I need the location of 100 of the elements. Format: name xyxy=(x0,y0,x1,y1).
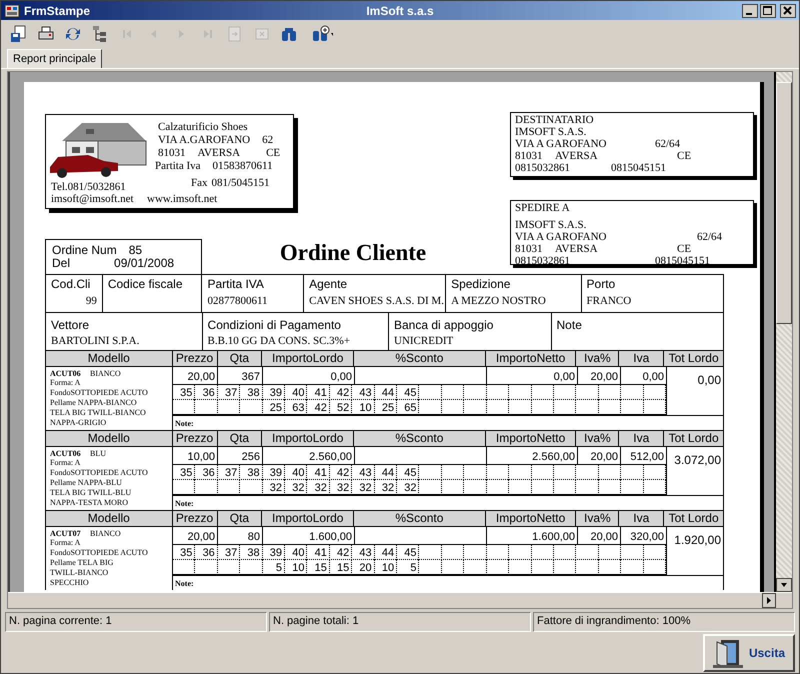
scroll-down-icon[interactable] xyxy=(776,578,792,592)
column-header: Prezzo xyxy=(172,351,218,366)
size-label: 41 xyxy=(314,387,327,399)
company-street: VIA A.GAROFANO xyxy=(158,134,250,146)
model-detail: SPECCHIO xyxy=(50,578,90,588)
model-detail: TWILL-BIANCO xyxy=(50,568,110,578)
order-date-label: Del xyxy=(52,257,70,270)
model-detail: FondoSOTTOPIEDE ACUTO xyxy=(50,548,149,558)
size-label: 43 xyxy=(359,387,372,399)
refresh-icon[interactable] xyxy=(64,25,82,43)
company-city: AVERSA xyxy=(198,147,240,159)
amount-value: 256 xyxy=(242,451,260,463)
street-number: 62 xyxy=(262,134,274,146)
scroll-thumb[interactable] xyxy=(776,82,792,324)
address-name: IMSOFT S.A.S. xyxy=(515,126,588,138)
field-value: 99 xyxy=(86,295,97,309)
size-label: 40 xyxy=(292,547,304,559)
size-label: 42 xyxy=(337,387,350,399)
size-label: 44 xyxy=(382,467,394,479)
size-quantity: 32 xyxy=(292,482,304,494)
maximize-icon[interactable] xyxy=(760,4,776,18)
size-quantity: 15 xyxy=(314,562,327,574)
amount-value: 20,00 xyxy=(590,371,618,383)
model-code: ACUT06 xyxy=(50,369,82,378)
amount-value: 1.600,00 xyxy=(309,531,352,543)
size-quantity: 42 xyxy=(314,402,327,414)
model-code: ACUT06 xyxy=(50,449,82,458)
size-label: 45 xyxy=(404,467,416,479)
address-phone: 0815032861 xyxy=(515,255,571,267)
column-header: Prezzo xyxy=(172,511,218,526)
size-label: 40 xyxy=(292,467,304,479)
amount-value: 512,00 xyxy=(630,451,664,463)
column-header: ImportoNetto xyxy=(486,431,576,446)
field-value: BARTOLINI S.P.A. xyxy=(51,335,140,349)
tree-icon[interactable] xyxy=(91,25,109,43)
column-header: Iva% xyxy=(576,351,620,366)
address-phone: 0815032861 xyxy=(515,162,571,174)
size-quantity: 63 xyxy=(292,402,304,414)
status-panel: N. pagina corrente: 1 xyxy=(5,612,267,632)
column-header: Tot Lordo xyxy=(668,431,720,446)
size-quantity: 25 xyxy=(270,402,282,414)
address-zip: 81031 xyxy=(515,150,544,162)
close-icon[interactable] xyxy=(780,4,796,18)
size-label: 42 xyxy=(337,467,350,479)
size-quantity: 10 xyxy=(382,562,394,574)
address-fax: 0815045151 xyxy=(611,162,666,174)
company-zip: 81031 xyxy=(158,147,186,159)
company-email: imsoft@imsoft.net xyxy=(51,192,134,206)
note-label: Note: xyxy=(175,499,194,508)
company-website: www.imsoft.net xyxy=(147,192,218,206)
size-label: 39 xyxy=(270,467,282,479)
address-name: IMSOFT S.A.S. xyxy=(515,219,588,231)
model-detail: Forma: A xyxy=(50,538,82,548)
column-header: ImportoNetto xyxy=(486,351,576,366)
binoculars-icon[interactable] xyxy=(280,25,298,43)
column-header: Qta xyxy=(218,351,262,366)
vertical-scrollbar[interactable] xyxy=(774,72,792,592)
status-panel: Fattore di ingrandimento: 100% xyxy=(533,612,795,632)
model-detail: Pellame NAPPA-BLU xyxy=(50,478,123,488)
address-street: VIA A GAROFANO xyxy=(515,138,608,150)
window-title: FrmStampe xyxy=(24,4,90,18)
horizontal-scrollbar[interactable] xyxy=(8,592,792,608)
model-detail: Forma: A xyxy=(50,378,82,388)
minimize-icon[interactable] xyxy=(742,4,758,18)
size-label: 39 xyxy=(270,387,282,399)
column-header: Qta xyxy=(218,511,262,526)
model-detail: TELA BIG TWILL-BLU xyxy=(50,488,132,498)
column-header: ImportoNetto xyxy=(486,511,576,526)
scroll-right-icon[interactable] xyxy=(762,593,776,608)
size-label: 39 xyxy=(270,547,282,559)
field-label: Codice fiscale xyxy=(108,277,184,291)
amount-value: 20,00 xyxy=(590,531,618,543)
exit-button[interactable]: Uscita xyxy=(703,634,795,672)
street-number: 62/64 xyxy=(655,138,680,150)
floppy-page-icon[interactable] xyxy=(10,25,28,43)
column-header: Prezzo xyxy=(172,431,218,446)
size-quantity: 20 xyxy=(359,562,372,574)
model-color: BIANCO xyxy=(90,369,121,378)
report-tab[interactable]: Report principale xyxy=(7,49,102,68)
size-quantity: 10 xyxy=(292,562,304,574)
column-header: Tot Lordo xyxy=(668,511,720,526)
field-label: Banca di appoggio xyxy=(394,318,494,332)
amount-value: 10,00 xyxy=(187,451,215,463)
report-title: Ordine Cliente xyxy=(278,239,428,267)
size-label: 35 xyxy=(180,547,192,559)
column-header: Iva% xyxy=(576,431,620,446)
column-header: Tot Lordo xyxy=(668,351,720,366)
company-name: Calzaturificio Shoes xyxy=(158,121,249,133)
size-label: 36 xyxy=(202,547,215,559)
size-quantity: 32 xyxy=(337,482,350,494)
field-label: Vettore xyxy=(51,318,90,332)
field-label: Spedizione xyxy=(451,277,512,291)
size-quantity: 5 xyxy=(410,562,416,574)
size-label: 45 xyxy=(404,547,416,559)
amount-value: 20,00 xyxy=(187,531,215,543)
column-header: %Sconto xyxy=(354,511,486,526)
size-label: 36 xyxy=(202,467,215,479)
model-color: BIANCO xyxy=(90,529,121,538)
field-label: Note xyxy=(556,318,583,332)
window-caption: ImSoft s.a.s xyxy=(366,4,434,18)
